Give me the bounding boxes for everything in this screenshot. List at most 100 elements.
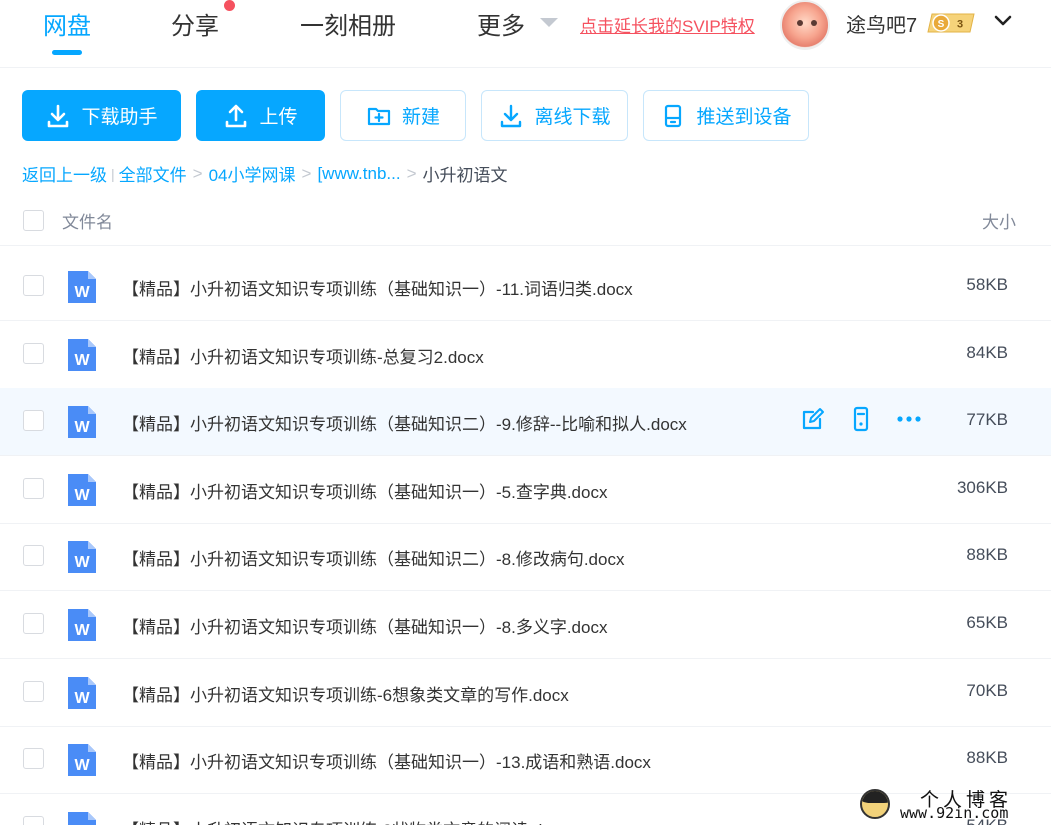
top-navigation: 网盘 分享 一刻相册 更多 点击延长我的SVIP特权 途鸟吧7 S 3 bbox=[0, 0, 1051, 68]
svg-text:W: W bbox=[74, 487, 90, 504]
new-folder-button[interactable]: 新建 bbox=[340, 90, 466, 141]
file-name[interactable]: 【精品】小升初语文知识专项训练（基础知识一）-11.词语归类.docx bbox=[122, 275, 633, 300]
upload-icon bbox=[226, 104, 247, 127]
breadcrumb-level1[interactable]: 04小学网课 bbox=[209, 161, 296, 186]
file-row[interactable]: W 【精品】小升初语文知识专项训练（基础知识二）-8.修改病句.docx 88K… bbox=[0, 523, 1051, 591]
offline-download-label: 离线下载 bbox=[534, 107, 611, 128]
nav-active-indicator bbox=[52, 50, 82, 55]
file-name[interactable]: 【精品】小升初语文知识专项训练-3状物类文章的阅读.docx bbox=[122, 816, 569, 825]
svg-text:S: S bbox=[938, 19, 945, 30]
column-header-size[interactable]: 大小 bbox=[982, 208, 1016, 233]
word-document-icon: W bbox=[68, 609, 96, 641]
breadcrumb-divider: | bbox=[111, 165, 115, 182]
nav-tab-album[interactable]: 一刻相册 bbox=[300, 6, 396, 41]
new-label: 新建 bbox=[401, 107, 440, 128]
watermark-url: www.92in.com bbox=[900, 804, 1009, 822]
file-checkbox[interactable] bbox=[23, 545, 44, 566]
rename-icon[interactable] bbox=[800, 406, 826, 432]
push-to-device-label: 推送到设备 bbox=[696, 107, 792, 128]
breadcrumb: 返回上一级 | 全部文件 > 04小学网课 > [www.tnb... > 小升… bbox=[22, 161, 508, 186]
file-size: 70KB bbox=[966, 681, 1008, 700]
file-name[interactable]: 【精品】小升初语文知识专项训练（基础知识一）-8.多义字.docx bbox=[122, 613, 607, 638]
word-document-icon: W bbox=[68, 744, 96, 776]
file-row[interactable]: W 【精品】小升初语文知识专项训练（基础知识一）-5.查字典.docx 306K… bbox=[0, 456, 1051, 524]
breadcrumb-separator: > bbox=[406, 163, 417, 183]
file-row[interactable]: W 【精品】小升初语文知识专项训练-6想象类文章的写作.docx 70KB bbox=[0, 659, 1051, 727]
file-row[interactable]: W 【精品】小升初语文知识专项训练（基础知识一）-11.词语归类.docx 58… bbox=[0, 253, 1051, 321]
breadcrumb-separator: > bbox=[192, 163, 203, 183]
svg-text:W: W bbox=[74, 352, 90, 369]
offline-download-button[interactable]: 离线下载 bbox=[481, 90, 628, 141]
push-to-device-button[interactable]: 推送到设备 bbox=[643, 90, 809, 141]
file-name[interactable]: 【精品】小升初语文知识专项训练（基础知识一）-13.成语和熟语.docx bbox=[122, 748, 651, 773]
nav-tab-share[interactable]: 分享 bbox=[171, 6, 219, 41]
svg-text:W: W bbox=[74, 757, 90, 774]
file-size: 306KB bbox=[956, 478, 1008, 497]
file-checkbox[interactable] bbox=[23, 275, 44, 296]
chevron-down-icon[interactable] bbox=[994, 12, 1012, 30]
breadcrumb-back[interactable]: 返回上一级 bbox=[22, 161, 107, 186]
download-helper-button[interactable]: 下载助手 bbox=[22, 90, 181, 141]
file-row[interactable]: W 【精品】小升初语文知识专项训练（基础知识一）-8.多义字.docx 65KB bbox=[0, 591, 1051, 659]
upload-label: 上传 bbox=[259, 107, 298, 128]
nav-tab-more[interactable]: 更多 bbox=[477, 6, 525, 41]
svg-text:W: W bbox=[74, 284, 90, 301]
file-checkbox[interactable] bbox=[23, 343, 44, 364]
word-document-icon: W bbox=[68, 474, 96, 506]
username[interactable]: 途鸟吧7 bbox=[846, 9, 917, 38]
file-checkbox[interactable] bbox=[23, 681, 44, 702]
svg-text:W: W bbox=[74, 690, 90, 707]
offline-download-icon bbox=[501, 104, 522, 127]
push-device-icon[interactable] bbox=[848, 406, 874, 432]
download-icon bbox=[48, 104, 69, 127]
new-folder-icon bbox=[367, 107, 391, 125]
upload-button[interactable]: 上传 bbox=[196, 90, 325, 141]
blog-watermark: 个人博客 www.92in.com bbox=[860, 785, 1051, 825]
svip-extend-link[interactable]: 点击延长我的SVIP特权 bbox=[580, 12, 755, 37]
file-checkbox[interactable] bbox=[23, 478, 44, 499]
svip-level-badge-icon: S 3 bbox=[927, 13, 975, 33]
word-document-icon: W bbox=[68, 812, 96, 825]
file-checkbox[interactable] bbox=[23, 613, 44, 634]
file-row[interactable]: W 【精品】小升初语文知识专项训练（基础知识一）-13.成语和熟语.docx 8… bbox=[0, 726, 1051, 794]
file-checkbox[interactable] bbox=[23, 410, 44, 431]
more-options-icon[interactable] bbox=[896, 406, 922, 432]
file-size: 84KB bbox=[966, 343, 1008, 362]
select-all-checkbox[interactable] bbox=[23, 210, 44, 231]
svg-text:W: W bbox=[74, 554, 90, 571]
file-name[interactable]: 【精品】小升初语文知识专项训练-6想象类文章的写作.docx bbox=[122, 681, 569, 706]
file-name[interactable]: 【精品】小升初语文知识专项训练-总复习2.docx bbox=[122, 343, 484, 368]
column-header-name[interactable]: 文件名 bbox=[62, 208, 113, 233]
file-size: 58KB bbox=[966, 275, 1008, 294]
svg-text:3: 3 bbox=[957, 19, 963, 31]
word-document-icon: W bbox=[68, 541, 96, 573]
file-name[interactable]: 【精品】小升初语文知识专项训练（基础知识二）-8.修改病句.docx bbox=[122, 545, 624, 570]
word-document-icon: W bbox=[68, 677, 96, 709]
word-document-icon: W bbox=[68, 339, 96, 371]
file-checkbox[interactable] bbox=[23, 816, 44, 825]
word-document-icon: W bbox=[68, 271, 96, 303]
breadcrumb-current: 小升初语文 bbox=[422, 166, 508, 185]
svg-text:W: W bbox=[74, 419, 90, 436]
row-actions bbox=[800, 406, 922, 432]
file-checkbox[interactable] bbox=[23, 748, 44, 769]
share-notification-dot bbox=[224, 0, 235, 11]
download-helper-label: 下载助手 bbox=[81, 107, 158, 128]
file-row[interactable]: W 【精品】小升初语文知识专项训练（基础知识二）-9.修辞--比喻和拟人.doc… bbox=[0, 388, 1051, 456]
breadcrumb-separator: > bbox=[301, 163, 312, 183]
watermark-logo-icon bbox=[860, 789, 890, 819]
file-name[interactable]: 【精品】小升初语文知识专项训练（基础知识一）-5.查字典.docx bbox=[122, 478, 607, 503]
nav-tab-netdisk[interactable]: 网盘 bbox=[43, 6, 91, 41]
file-size: 88KB bbox=[966, 748, 1008, 767]
breadcrumb-all-files[interactable]: 全部文件 bbox=[119, 161, 187, 186]
file-name[interactable]: 【精品】小升初语文知识专项训练（基础知识二）-9.修辞--比喻和拟人.docx bbox=[122, 410, 687, 435]
avatar[interactable] bbox=[780, 0, 830, 50]
device-icon bbox=[665, 104, 682, 127]
breadcrumb-level2[interactable]: [www.tnb... bbox=[317, 164, 400, 184]
file-row[interactable]: W 【精品】小升初语文知识专项训练-总复习2.docx 84KB bbox=[0, 321, 1051, 389]
file-size: 88KB bbox=[966, 545, 1008, 564]
file-size: 77KB bbox=[966, 410, 1008, 429]
file-size: 65KB bbox=[966, 613, 1008, 632]
svg-text:W: W bbox=[74, 622, 90, 639]
more-dropdown-icon[interactable] bbox=[540, 18, 558, 27]
